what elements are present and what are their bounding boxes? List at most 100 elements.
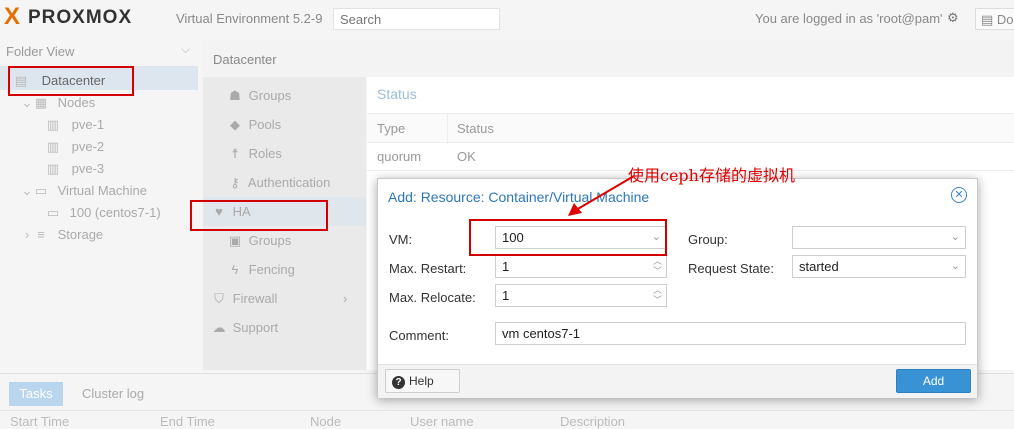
nav-label: Groups (248, 88, 292, 103)
nav-item-fencing[interactable]: ϟ Fencing (203, 255, 366, 284)
question-icon: ? (392, 376, 405, 389)
annotation-label: 使用ceph存储的虚拟机 (628, 166, 795, 185)
vm-running-icon: ▭ (46, 205, 60, 220)
highlight-box-vm (469, 219, 667, 256)
tree-item-pve-2[interactable]: ▥ pve-2 (46, 136, 104, 158)
spinner-icon[interactable]: ︿ ﹀ (653, 285, 662, 305)
book-icon: ▤ (981, 12, 997, 27)
tree-item-label: Virtual Machine (57, 183, 147, 198)
nav-label: Groups (248, 233, 292, 248)
server-ok-icon: ▥ (46, 117, 60, 132)
logged-in-text: You are logged in as 'root@pam' (755, 11, 943, 26)
nav-label: Fencing (248, 262, 295, 277)
nav-label: Support (232, 320, 279, 335)
chevron-right-icon: › (343, 291, 348, 306)
divider (0, 410, 1014, 411)
request-state-select[interactable]: started ⌄ (792, 255, 966, 278)
max-restart-value: 1 (502, 259, 510, 274)
column-header-type[interactable]: Type (377, 121, 405, 136)
comment-value: vm centos7-1 (502, 326, 581, 341)
nav-label: Firewall (232, 291, 278, 306)
database-icon: ≡ (37, 227, 45, 242)
tree-item-label: 100 (centos7-1) (69, 205, 161, 220)
comment-field[interactable]: vm centos7-1 (495, 322, 966, 345)
max-relocate-label: Max. Relocate: (389, 290, 476, 305)
expander-icon: › (24, 227, 30, 242)
gear-icon[interactable]: ⚙ (947, 10, 959, 26)
group-label: Group: (688, 232, 728, 247)
tab-tasks[interactable]: Tasks (9, 382, 63, 406)
help-label: Help (409, 374, 434, 388)
max-relocate-value: 1 (502, 288, 510, 303)
dialog-footer: ? Help Add (378, 364, 977, 398)
resource-tree: Folder View ⌵ ▤ Datacenter ⌄ ▦ Nodes ▥ pv… (0, 40, 200, 370)
proxmox-logo-text: PROXMOX (28, 7, 133, 28)
expander-icon: ⌄ (21, 183, 33, 198)
documentation-label: Doc (996, 12, 1014, 27)
column-header-status[interactable]: Status (457, 121, 494, 136)
shield-icon: ⛉ (214, 291, 224, 306)
top-bar: X PROXMOX Virtual Environment 5.2-9 You … (0, 0, 1014, 40)
bolt-icon: ϟ (231, 262, 239, 277)
max-restart-stepper[interactable]: 1 ︿ ﹀ (495, 255, 667, 278)
highlight-box-ha (190, 200, 328, 231)
status-table-header: Type Status (367, 113, 1014, 144)
column-divider (447, 114, 448, 144)
version-label: Virtual Environment 5.2-9 (176, 11, 323, 26)
nav-label: Pools (248, 117, 282, 132)
key-icon: ⚷ (230, 175, 240, 190)
chevron-down-icon[interactable]: ⌵ (181, 42, 190, 57)
vm-label: VM: (389, 232, 413, 247)
tree-item-storage[interactable]: › ≡ Storage (20, 224, 103, 246)
annotation-arrow (568, 175, 635, 216)
tree-item-label: Storage (57, 227, 104, 242)
nav-label: Authentication (247, 175, 331, 190)
users-icon: ☗ (229, 88, 241, 103)
tree-item-pve-1[interactable]: ▥ pve-1 (46, 114, 104, 136)
nav-item-pools[interactable]: ◆ Pools (203, 110, 366, 139)
max-restart-label: Max. Restart: (389, 261, 467, 276)
request-state-value: started (799, 259, 839, 274)
tags-icon: ◆ (230, 117, 240, 132)
view-selector-label[interactable]: Folder View (6, 44, 74, 59)
server-ok-icon: ▥ (46, 161, 60, 176)
group-select[interactable]: ⌄ (792, 226, 966, 249)
tree-item-vm-100[interactable]: ▭ 100 (centos7-1) (46, 202, 161, 224)
cell-type: quorum (377, 149, 422, 164)
request-state-label: Request State: (688, 261, 774, 276)
help-button[interactable]: ? Help (385, 369, 460, 393)
expander-icon: ⌄ (21, 95, 33, 110)
tree-item-nodes[interactable]: ⌄ ▦ Nodes (20, 92, 96, 114)
building-icon: ▦ (34, 95, 48, 110)
nav-item-authentication[interactable]: ⚷ Authentication (203, 168, 366, 197)
server-ok-icon: ▥ (46, 139, 60, 154)
nav-item-firewall[interactable]: ⛉ Firewall › (203, 284, 366, 313)
chevron-down-icon[interactable]: ⌄ (951, 259, 960, 272)
nav-item-groups[interactable]: ☗ Groups (203, 81, 366, 110)
nav-item-roles[interactable]: ☨ Roles (203, 139, 366, 168)
max-relocate-stepper[interactable]: 1 ︿ ﹀ (495, 284, 667, 307)
close-icon[interactable]: ✕ (951, 187, 967, 203)
add-button[interactable]: Add (896, 369, 971, 393)
breadcrumb: Datacenter (213, 52, 277, 67)
comments-icon: ☁ (212, 320, 226, 335)
status-title: Status (377, 86, 417, 102)
tree-item-label: pve-1 (71, 117, 105, 132)
male-icon: ☨ (231, 146, 239, 161)
cell-status: OK (457, 149, 476, 164)
tab-cluster-log[interactable]: Cluster log (82, 386, 144, 401)
search-input[interactable] (333, 8, 500, 30)
documentation-button[interactable]: ▤ Doc (975, 8, 1014, 30)
tree-item-virtual-machine[interactable]: ⌄ ▭ Virtual Machine (20, 180, 147, 202)
tree-item-label: pve-3 (71, 161, 105, 176)
spinner-icon[interactable]: ︿ ﹀ (653, 256, 662, 276)
tree-item-pve-3[interactable]: ▥ pve-3 (46, 158, 104, 180)
tree-item-label: pve-2 (71, 139, 105, 154)
nav-item-support[interactable]: ☁ Support (203, 313, 366, 342)
nav-label: Roles (248, 146, 282, 161)
comment-label: Comment: (389, 328, 449, 343)
chevron-down-icon[interactable]: ⌄ (951, 230, 960, 243)
proxmox-logo-icon: X (4, 3, 21, 30)
monitor-icon: ▭ (34, 183, 48, 198)
tree-item-label: Nodes (57, 95, 96, 110)
